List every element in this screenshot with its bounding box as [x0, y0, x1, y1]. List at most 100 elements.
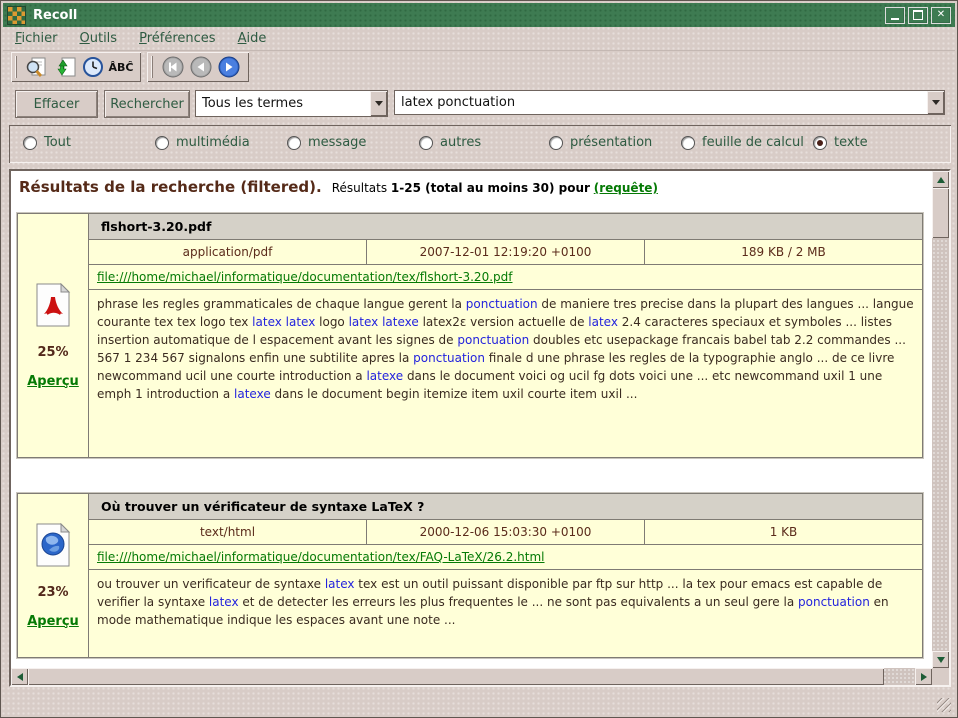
filter-radio-feuille-de-calcul[interactable]: feuille de calcul — [681, 135, 804, 150]
radio-icon[interactable] — [287, 136, 301, 150]
query-details-link[interactable]: (requête) — [594, 181, 658, 195]
highlighted-term: latex — [325, 577, 355, 591]
radio-icon[interactable] — [813, 136, 827, 150]
close-button[interactable]: ✕ — [931, 7, 951, 24]
search-input[interactable]: latex ponctuation — [394, 90, 945, 115]
titlebar[interactable]: Recoll ✕ — [3, 3, 955, 27]
maximize-icon — [913, 10, 923, 20]
results-count-range: 1-25 (total au moins 30) pour — [391, 181, 590, 195]
radio-icon[interactable] — [419, 136, 433, 150]
html-file-icon — [34, 523, 72, 571]
result-size: 189 KB / 2 MB — [645, 240, 922, 264]
result-side-panel: 25% Aperçu — [18, 214, 89, 457]
result-mime: application/pdf — [89, 240, 367, 264]
scroll-down-button[interactable] — [932, 651, 949, 668]
vertical-scrollbar[interactable] — [932, 171, 949, 668]
scroll-left-icon — [17, 673, 23, 681]
first-page-icon — [162, 56, 184, 78]
prev-page-icon — [190, 56, 212, 78]
filter-radio-autres[interactable]: autres — [419, 135, 481, 150]
menu-item-aide[interactable]: Aide — [238, 31, 267, 46]
result-url-row: file:///home/michael/informatique/docume… — [89, 545, 922, 570]
radio-icon[interactable] — [23, 136, 37, 150]
menu-item-outils[interactable]: Outils — [80, 31, 118, 46]
results-count-prefix: Résultats — [332, 181, 387, 195]
relevance-percent: 25% — [37, 345, 68, 360]
recoll-window: Recoll ✕ Fichier Outils Préférences Aide — [0, 0, 958, 718]
update-index-button[interactable] — [51, 54, 79, 80]
highlighted-term: latex — [209, 595, 239, 609]
app-icon — [7, 6, 26, 25]
search-mode-select[interactable]: Tous les termes — [195, 90, 388, 117]
snippet-text: phrase les regles grammaticales de chaqu… — [97, 297, 466, 311]
term-explorer-button[interactable]: ÂBĈ — [107, 54, 135, 80]
search-button[interactable]: Rechercher — [104, 90, 190, 118]
preview-link[interactable]: Aperçu — [27, 374, 79, 389]
clear-button[interactable]: Effacer — [15, 90, 98, 118]
next-page-button[interactable] — [215, 54, 243, 80]
category-filter-panel: Tout multimédia message autres présentation f… — [9, 125, 951, 163]
toolbar-handle[interactable] — [15, 56, 18, 78]
snippet-text: logo — [315, 315, 348, 329]
search-query-value: latex ponctuation — [395, 95, 927, 110]
horizontal-scrollbar-thumb[interactable] — [28, 668, 884, 685]
relevance-percent: 23% — [37, 585, 68, 600]
highlighted-term: ponctuation — [457, 333, 529, 347]
close-icon: ✕ — [937, 10, 945, 20]
toolbar-group-navigation — [147, 52, 249, 82]
radio-icon[interactable] — [155, 136, 169, 150]
result-side-panel: 23% Aperçu — [18, 494, 89, 657]
menu-item-préférences[interactable]: Préférences — [139, 31, 215, 46]
filter-radio-présentation[interactable]: présentation — [549, 135, 652, 150]
update-index-icon — [53, 55, 77, 79]
toolbar-handle[interactable] — [151, 56, 154, 78]
chevron-down-icon[interactable] — [370, 91, 387, 116]
minimize-button[interactable] — [885, 7, 905, 24]
filter-radio-texte[interactable]: texte — [813, 135, 868, 150]
search-document-button[interactable] — [23, 54, 51, 80]
radio-icon[interactable] — [681, 136, 695, 150]
resize-grip[interactable] — [937, 698, 951, 712]
highlighted-term: latex — [588, 315, 618, 329]
preview-link[interactable]: Aperçu — [27, 614, 79, 629]
horizontal-scrollbar[interactable] — [11, 668, 932, 685]
pdf-file-icon — [34, 283, 72, 331]
maximize-button[interactable] — [908, 7, 928, 24]
snippet-text: dans le document begin itemize item uxil… — [271, 387, 638, 401]
result-title: Où trouver un vérificateur de syntaxe La… — [89, 494, 922, 520]
scroll-down-icon — [937, 657, 945, 663]
filter-radio-message[interactable]: message — [287, 135, 366, 150]
snippet-text: et de detecter les erreurs les plus freq… — [239, 595, 798, 609]
radio-icon[interactable] — [549, 136, 563, 150]
query-history-chevron-icon[interactable] — [927, 91, 944, 114]
highlighted-term: latex latexe — [349, 315, 419, 329]
menu-bar: Fichier Outils Préférences Aide — [3, 27, 955, 51]
filter-radio-multimédia[interactable]: multimédia — [155, 135, 250, 150]
search-document-icon — [25, 55, 49, 79]
first-page-button[interactable] — [159, 54, 187, 80]
filter-radio-tout[interactable]: Tout — [23, 135, 71, 150]
history-button[interactable] — [79, 54, 107, 80]
result-url-link[interactable]: file:///home/michael/informatique/docume… — [97, 270, 512, 284]
result-url-link[interactable]: file:///home/michael/informatique/docume… — [97, 550, 545, 564]
result-url-row: file:///home/michael/informatique/docume… — [89, 265, 922, 290]
scrollbar-corner — [932, 668, 949, 685]
filter-label: Tout — [44, 135, 71, 150]
term-explorer-icon: ÂBĈ — [109, 61, 134, 74]
result-mime: text/html — [89, 520, 367, 544]
search-mode-value: Tous les termes — [196, 96, 370, 111]
menu-item-fichier[interactable]: Fichier — [15, 31, 58, 46]
vertical-scrollbar-thumb[interactable] — [932, 188, 949, 238]
scroll-left-button[interactable] — [11, 668, 28, 685]
result-date: 2007-12-01 12:19:20 +0100 — [367, 240, 645, 264]
result-item: 25% Aperçu flshort-3.20.pdfapplication/pdf… — [17, 213, 923, 458]
scroll-up-button[interactable] — [932, 171, 949, 188]
prev-page-button[interactable] — [187, 54, 215, 80]
result-snippet: phrase les regles grammaticales de chaqu… — [89, 290, 922, 457]
highlighted-term: latex latex — [252, 315, 315, 329]
scroll-right-button[interactable] — [915, 668, 932, 685]
result-title: flshort-3.20.pdf — [89, 214, 922, 240]
filter-label: présentation — [570, 135, 652, 150]
results-title: Résultats de la recherche (filtered). — [19, 178, 322, 196]
result-size: 1 KB — [645, 520, 922, 544]
